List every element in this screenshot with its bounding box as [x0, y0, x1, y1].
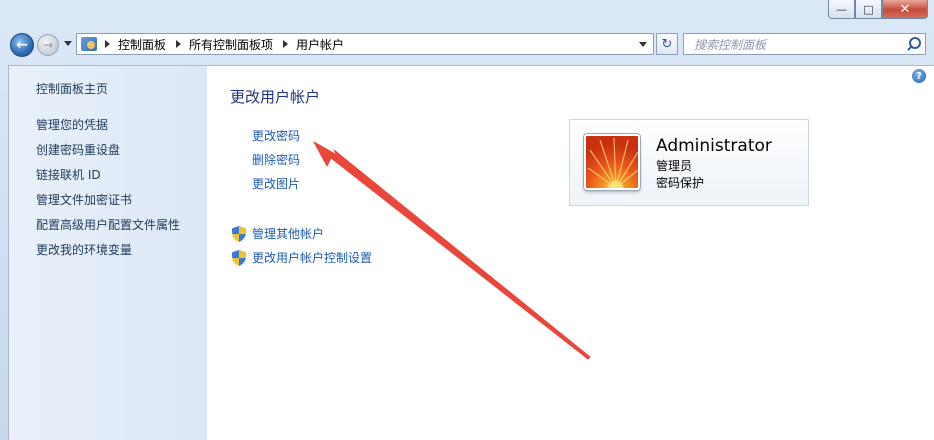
sidebar-item-reset-disk[interactable]: 创建密码重设盘	[36, 141, 120, 158]
uac-settings-label: 更改用户帐户控制设置	[252, 251, 373, 265]
navigation-bar: ← → 控制面板 所有控制面板项 用户帐户 ↻ 搜索控制面板	[0, 28, 934, 62]
sidebar-item-profile-properties[interactable]: 配置高级用户配置文件属性	[36, 216, 180, 233]
remove-password-link[interactable]: 删除密码	[252, 151, 300, 168]
manage-other-accounts-label: 管理其他帐户	[252, 227, 325, 241]
recent-pages-dropdown[interactable]	[64, 41, 72, 46]
breadcrumb-separator-icon[interactable]	[105, 40, 110, 48]
account-name: Administrator	[656, 136, 772, 156]
uac-shield-icon	[232, 249, 246, 266]
back-button[interactable]: ←	[10, 33, 34, 57]
maximize-button[interactable]: □	[855, 0, 882, 19]
account-password-status: 密码保护	[656, 176, 705, 190]
content-area: 控制面板主页 管理您的凭据 创建密码重设盘 链接联机 ID 管理文件加密证书 配…	[8, 65, 934, 440]
sidebar-item-credentials[interactable]: 管理您的凭据	[36, 116, 108, 133]
sidebar-item-env-variables[interactable]: 更改我的环境变量	[36, 241, 132, 258]
breadcrumb-all-items[interactable]: 所有控制面板项	[189, 36, 273, 53]
uac-shield-icon	[232, 225, 246, 242]
control-panel-window: — □ ✕ ← → 控制面板 所有控制面板项 用户帐户 ↻ 搜索控制面板 控制面…	[0, 0, 934, 440]
caption-buttons: — □ ✕	[828, 0, 928, 20]
breadcrumb-user-accounts[interactable]: 用户帐户	[296, 36, 344, 53]
uac-settings-link[interactable]: 更改用户帐户控制设置	[232, 249, 372, 266]
address-dropdown-icon[interactable]	[639, 41, 647, 47]
change-picture-link[interactable]: 更改图片	[252, 175, 300, 192]
page-title: 更改用户帐户	[230, 88, 321, 106]
flower-picture-icon	[587, 137, 638, 188]
control-panel-icon	[81, 37, 97, 51]
account-card: Administrator 管理员 密码保护	[569, 119, 809, 206]
forward-arrow-icon: →	[42, 38, 54, 52]
breadcrumb-separator-icon[interactable]	[176, 40, 182, 48]
sidebar-item-online-id[interactable]: 链接联机 ID	[36, 166, 101, 183]
main-panel: ? 更改用户帐户 更改密码 删除密码 更改图片 管理其他帐户 更改用户帐户控制设…	[207, 66, 934, 440]
refresh-button[interactable]: ↻	[656, 33, 678, 55]
search-box[interactable]: 搜索控制面板	[683, 33, 926, 55]
sidebar-item-encryption-cert[interactable]: 管理文件加密证书	[36, 191, 132, 208]
breadcrumb-separator-icon[interactable]	[283, 40, 289, 48]
account-picture[interactable]	[584, 134, 640, 190]
close-button[interactable]: ✕	[882, 0, 928, 19]
help-icon[interactable]: ?	[912, 69, 926, 83]
search-icon[interactable]	[905, 36, 921, 52]
manage-other-accounts-link[interactable]: 管理其他帐户	[232, 225, 324, 242]
refresh-icon: ↻	[661, 36, 673, 52]
sidebar: 控制面板主页 管理您的凭据 创建密码重设盘 链接联机 ID 管理文件加密证书 配…	[9, 66, 207, 440]
back-arrow-icon: ←	[16, 37, 28, 53]
search-input[interactable]: 搜索控制面板	[684, 36, 905, 53]
forward-button[interactable]: →	[37, 34, 59, 56]
account-role: 管理员	[656, 159, 693, 173]
address-bar[interactable]: 控制面板 所有控制面板项 用户帐户	[76, 33, 654, 55]
breadcrumb-control-panel[interactable]: 控制面板	[118, 36, 166, 53]
sidebar-home-link[interactable]: 控制面板主页	[36, 80, 108, 97]
change-password-link[interactable]: 更改密码	[252, 127, 300, 144]
minimize-button[interactable]: —	[828, 0, 855, 19]
